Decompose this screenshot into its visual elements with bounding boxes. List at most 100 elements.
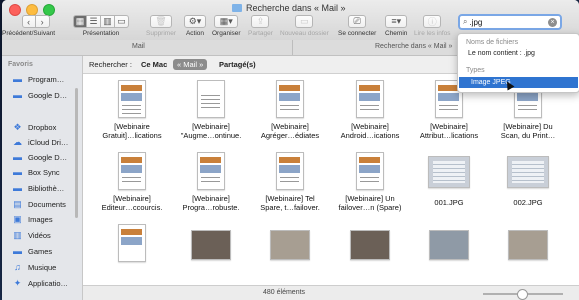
search-input[interactable]: .jpg [469,18,482,27]
scope-mail[interactable]: « Mail » [173,59,208,70]
item-count: 480 éléments [263,289,306,296]
tab-mail[interactable]: Mail [132,43,145,50]
status-bar: 480 éléments [83,285,579,300]
sidebar-item-box-sync[interactable]: ▬ Box Sync [12,167,60,177]
new-folder-group: ▭ Nouveau dossier [280,15,329,37]
path-label: Chemin [385,30,408,37]
suggestion-header-filenames: Noms de fichiers [466,39,519,46]
path-group: ≡▾ Chemin [385,15,407,37]
connect-group: ⎚ Se connecter [338,15,376,37]
suggestion-header-types: Types [466,67,485,74]
file-item[interactable]: [Webinaire] Android…ications [331,80,409,140]
jpg-thumbnail [508,230,548,260]
file-item[interactable] [172,230,250,260]
folder-icon: ▬ [13,183,22,193]
sidebar-scrollbar[interactable] [75,88,78,218]
action-label: Action [185,30,205,37]
suggestion-name-contains[interactable]: Le nom contient : .jpg [468,50,535,57]
icon-view-button[interactable]: ▦ [73,15,87,28]
search-icon: ⌕ [463,17,468,26]
info-icon[interactable]: ⓘ [423,15,442,28]
tab-divider [292,40,293,55]
file-item[interactable]: [Webinaire] Progra…robuste. [172,152,250,212]
sidebar-item-videos[interactable]: ▥ Vidéos [12,230,51,240]
file-item[interactable] [93,224,171,262]
pdf-thumbnail [118,80,146,118]
folder-icon: ▬ [13,152,22,162]
file-item[interactable]: [Webinaire] "Augme…ontinue. [172,80,250,140]
search-suggestions-menu: Noms de fichiers Le nom contient : .jpg … [457,33,579,93]
sidebar-item-documents[interactable]: ▤ Documents [12,199,66,209]
file-item[interactable]: [Webinaire] Un failover…n (Spare) [331,152,409,212]
folder-icon: ▬ [13,90,22,100]
share-icon[interactable]: ⇪ [251,15,270,28]
arrange-icon[interactable]: ▦▾ [214,15,239,28]
new-folder-label: Nouveau dossier [280,30,329,37]
scope-shared[interactable]: Partagé(s) [219,60,256,69]
clear-search-icon[interactable]: × [548,18,557,27]
sidebar-item-applications[interactable]: ✦ Applicatio… [12,278,68,288]
gear-icon[interactable]: ⚙▾ [184,15,206,28]
back-button[interactable]: ‹ [21,15,36,28]
sidebar-header: Favoris [8,61,33,68]
scope-prefix: Rechercher : [89,60,132,69]
icon-size-slider-knob[interactable] [517,289,528,300]
arrange-group: ▦▾ Organiser [212,15,241,37]
sidebar-item-google-drive-2[interactable]: ▬ Google D… [12,152,67,162]
file-item[interactable] [251,230,329,260]
file-item[interactable] [489,230,567,260]
sidebar-item-dropbox[interactable]: ❖ Dropbox [12,122,56,132]
sidebar-item-google-drive[interactable]: ▬ Google D… [12,90,67,100]
connect-label: Se connecter [338,30,377,37]
new-folder-icon[interactable]: ▭ [295,15,314,28]
sidebar-item-icloud[interactable]: ☁ iCloud Dri… [12,137,68,147]
action-group: ⚙▾ Action [184,15,206,37]
music-icon: ♫ [14,262,21,272]
file-item[interactable]: [Webinaire] Agréger…édiates [251,80,329,140]
column-view-button[interactable]: ▥ [101,15,115,28]
pdf-thumbnail [118,224,146,262]
forward-button[interactable]: › [35,15,50,28]
server-icon[interactable]: ⎚ [348,15,367,28]
folder-icon: ▬ [13,167,22,177]
share-group: ⇪ Partager [248,15,273,37]
pdf-thumbnail [118,152,146,190]
file-item[interactable]: 001.JPG [410,156,488,207]
file-item[interactable]: 002.JPG [489,156,567,207]
file-item[interactable]: [Webinaire] Editeur…ccourcis. [93,152,171,212]
file-item[interactable] [410,230,488,260]
sidebar-item-programs[interactable]: ▬ Program… [12,74,64,84]
jpg-thumbnail [428,156,470,188]
info-label: Lire les infos [414,30,451,37]
window-title-text: Recherche dans « Mail » [246,3,346,13]
jpg-thumbnail [191,230,231,260]
images-icon: ▣ [13,214,22,224]
scope-this-mac[interactable]: Ce Mac [141,60,167,69]
path-icon[interactable]: ≡▾ [385,15,408,28]
pdf-thumbnail [276,80,304,118]
pdf-thumbnail [276,152,304,190]
tab-search[interactable]: Recherche dans « Mail » [375,43,452,50]
view-label: Présentation [82,30,120,37]
coverflow-view-button[interactable]: ▭ [115,15,129,28]
sidebar-item-images[interactable]: ▣ Images [12,214,52,224]
list-view-button[interactable]: ☰ [87,15,101,28]
sidebar-item-music[interactable]: ♫ Musique [12,262,56,272]
dropbox-icon: ❖ [13,122,22,132]
folder-icon: ▬ [13,246,22,256]
file-item[interactable]: [Webinaire Gratuit]…lications [93,80,171,140]
sidebar-item-library[interactable]: ▬ Bibliothè… [12,183,64,193]
search-folder-icon [232,4,242,12]
file-item[interactable] [331,230,409,260]
trash-icon[interactable]: 🗑 [149,15,172,28]
info-group: ⓘ Lire les infos [414,15,451,37]
document-icon: ▤ [13,199,22,209]
search-field[interactable]: ⌕ .jpg × [458,14,562,30]
sidebar-item-games[interactable]: ▬ Games [12,246,52,256]
suggestion-jpeg-image[interactable]: Image JPEG [459,77,578,88]
pdf-thumbnail [197,152,225,190]
nav-label: Précédent/Suivant [2,30,56,37]
file-item[interactable]: [Webinaire] Tel Spare, t…failover. [251,152,329,212]
pdf-thumbnail [356,80,384,118]
window-title: Recherche dans « Mail » [232,3,346,13]
